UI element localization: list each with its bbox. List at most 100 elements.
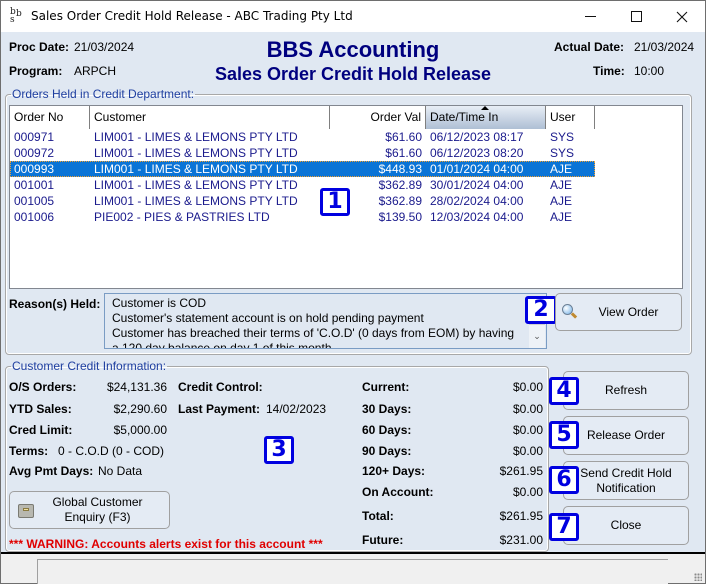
reasons-scroll-down[interactable]: ⌄ <box>529 324 545 348</box>
annotation-badge-3: 3 <box>264 436 294 464</box>
app-window: bbs Sales Order Credit Hold Release - AB… <box>0 0 706 584</box>
time-value: 10:00 <box>634 64 665 78</box>
aging-label: 120+ Days: <box>362 464 426 478</box>
time-label: Time: <box>593 64 625 78</box>
order-no-cell: 000993 <box>14 162 55 176</box>
filing-cabinet-icon <box>18 504 34 518</box>
avg-pmt-days-value: No Data <box>98 464 143 478</box>
date-in-cell: 30/01/2024 04:00 <box>430 178 524 192</box>
resize-grip-icon[interactable] <box>694 573 702 581</box>
date-in-cell: 06/12/2023 08:20 <box>430 146 524 160</box>
window-title: Sales Order Credit Hold Release - ABC Tr… <box>31 9 353 23</box>
sort-ascending-icon <box>481 106 489 110</box>
aging-label: 30 Days: <box>362 402 412 416</box>
status-panel <box>37 559 668 584</box>
account-alert-warning: *** WARNING: Accounts alerts exist for t… <box>9 537 323 551</box>
chevron-down-icon: ⌄ <box>533 331 541 341</box>
aging-label: Future: <box>362 533 404 547</box>
status-bar <box>1 552 705 584</box>
close-window-button[interactable] <box>659 1 705 32</box>
order-no-cell: 001005 <box>14 194 55 208</box>
col-order-val[interactable]: Order Val <box>330 106 426 129</box>
close-icon <box>676 11 688 22</box>
reason-line: a 120 day balance on day 1 of this month <box>112 341 332 349</box>
reason-line: Customer's statement account is on hold … <box>112 311 424 325</box>
aging-label: 60 Days: <box>362 423 412 437</box>
order-row[interactable]: 000972 LIM001 - LIMES & LEMONS PTY LTD $… <box>10 145 595 161</box>
order-row[interactable]: 001001 LIM001 - LIMES & LEMONS PTY LTD $… <box>10 177 595 193</box>
col-order-no[interactable]: Order No <box>10 106 90 129</box>
cred-limit-value: $5,000.00 <box>113 423 167 437</box>
aging-value: $0.00 <box>512 402 543 416</box>
release-order-button[interactable]: Release Order <box>563 416 689 455</box>
ytd-sales-value: $2,290.60 <box>113 402 167 416</box>
last-payment-value: 14/02/2023 <box>266 402 327 416</box>
user-cell: AJE <box>550 178 573 192</box>
close-button[interactable]: Close <box>563 506 689 545</box>
customer-cell: LIM001 - LIMES & LEMONS PTY LTD <box>94 130 298 144</box>
aging-value: $0.00 <box>512 380 543 394</box>
reasons-textbox[interactable]: Customer is COD Customer's statement acc… <box>104 293 547 349</box>
os-orders-label: O/S Orders: <box>9 380 77 394</box>
reason-line: Customer is COD <box>112 296 207 310</box>
release-order-label: Release Order <box>586 428 666 442</box>
aging-value: $231.00 <box>499 533 543 547</box>
user-cell: AJE <box>550 210 573 224</box>
order-no-cell: 001006 <box>14 210 55 224</box>
annotation-badge-6: 6 <box>549 466 579 494</box>
date-in-cell: 28/02/2024 04:00 <box>430 194 524 208</box>
order-row[interactable]: 000993 LIM001 - LIMES & LEMONS PTY LTD $… <box>10 161 595 177</box>
global-customer-enquiry-button[interactable]: Global Customer Enquiry (F3) <box>9 491 170 529</box>
title-bar: bbs Sales Order Credit Hold Release - AB… <box>1 1 705 32</box>
avg-pmt-days-label: Avg Pmt Days: <box>9 464 94 478</box>
terms-value: 0 - C.O.D (0 - COD) <box>58 444 165 458</box>
col-customer[interactable]: Customer <box>90 106 330 129</box>
last-payment-label: Last Payment: <box>178 402 261 416</box>
magnifier-icon <box>562 304 578 319</box>
order-val-cell: $448.93 <box>378 162 422 176</box>
aging-value: $261.95 <box>499 509 543 523</box>
date-in-cell: 06/12/2023 08:17 <box>430 130 524 144</box>
order-val-cell: $61.60 <box>385 130 422 144</box>
orders-list-header: Order No Customer Order Val Date/Time In… <box>10 106 595 129</box>
col-user[interactable]: User <box>546 106 595 129</box>
reason-line: Customer has breached their terms of 'C.… <box>112 326 515 340</box>
customer-cell: LIM001 - LIMES & LEMONS PTY LTD <box>94 194 298 208</box>
refresh-label: Refresh <box>604 383 648 397</box>
customer-cell: LIM001 - LIMES & LEMONS PTY LTD <box>94 178 298 192</box>
customer-credit-group-label: Customer Credit Information: <box>12 359 167 373</box>
order-no-cell: 000971 <box>14 130 55 144</box>
send-credit-hold-notification-button[interactable]: Send Credit Hold Notification <box>563 461 689 500</box>
order-row[interactable]: 001005 LIM001 - LIMES & LEMONS PTY LTD $… <box>10 193 595 209</box>
minimize-button[interactable] <box>567 1 613 32</box>
annotation-badge-2: 2 <box>525 296 557 324</box>
cred-limit-label: Cred Limit: <box>9 423 73 437</box>
annotation-badge-4: 4 <box>549 377 579 405</box>
aging-value: $0.00 <box>512 444 543 458</box>
customer-cell: LIM001 - LIMES & LEMONS PTY LTD <box>94 162 298 176</box>
maximize-button[interactable] <box>613 1 659 32</box>
os-orders-value: $24,131.36 <box>106 380 167 394</box>
order-row[interactable]: 001006 PIE002 - PIES & PASTRIES LTD $139… <box>10 209 595 225</box>
customer-cell: PIE002 - PIES & PASTRIES LTD <box>94 210 270 224</box>
order-no-cell: 001001 <box>14 178 55 192</box>
date-in-cell: 12/03/2024 04:00 <box>430 210 524 224</box>
customer-cell: LIM001 - LIMES & LEMONS PTY LTD <box>94 146 298 160</box>
col-date-time-in-label: Date/Time In <box>430 110 499 124</box>
col-date-time-in[interactable]: Date/Time In <box>426 106 546 129</box>
order-row[interactable]: 000971 LIM001 - LIMES & LEMONS PTY LTD $… <box>10 129 595 145</box>
aging-label: Total: <box>362 509 394 523</box>
actual-date-value: 21/03/2024 <box>634 40 695 54</box>
close-label: Close <box>610 518 642 532</box>
user-cell: AJE <box>550 194 573 208</box>
orders-list-rows: 000971 LIM001 - LIMES & LEMONS PTY LTD $… <box>10 129 595 225</box>
aging-value: $261.95 <box>499 464 543 478</box>
refresh-button[interactable]: Refresh <box>563 371 689 410</box>
terms-label: Terms: <box>9 444 49 458</box>
view-order-button[interactable]: View Order <box>555 293 682 331</box>
reasons-label: Reason(s) Held: <box>9 297 101 311</box>
aging-label: Current: <box>362 380 410 394</box>
orders-group-label: Orders Held in Credit Department: <box>12 87 195 101</box>
view-order-label: View Order <box>598 304 659 319</box>
user-cell: AJE <box>550 162 573 176</box>
